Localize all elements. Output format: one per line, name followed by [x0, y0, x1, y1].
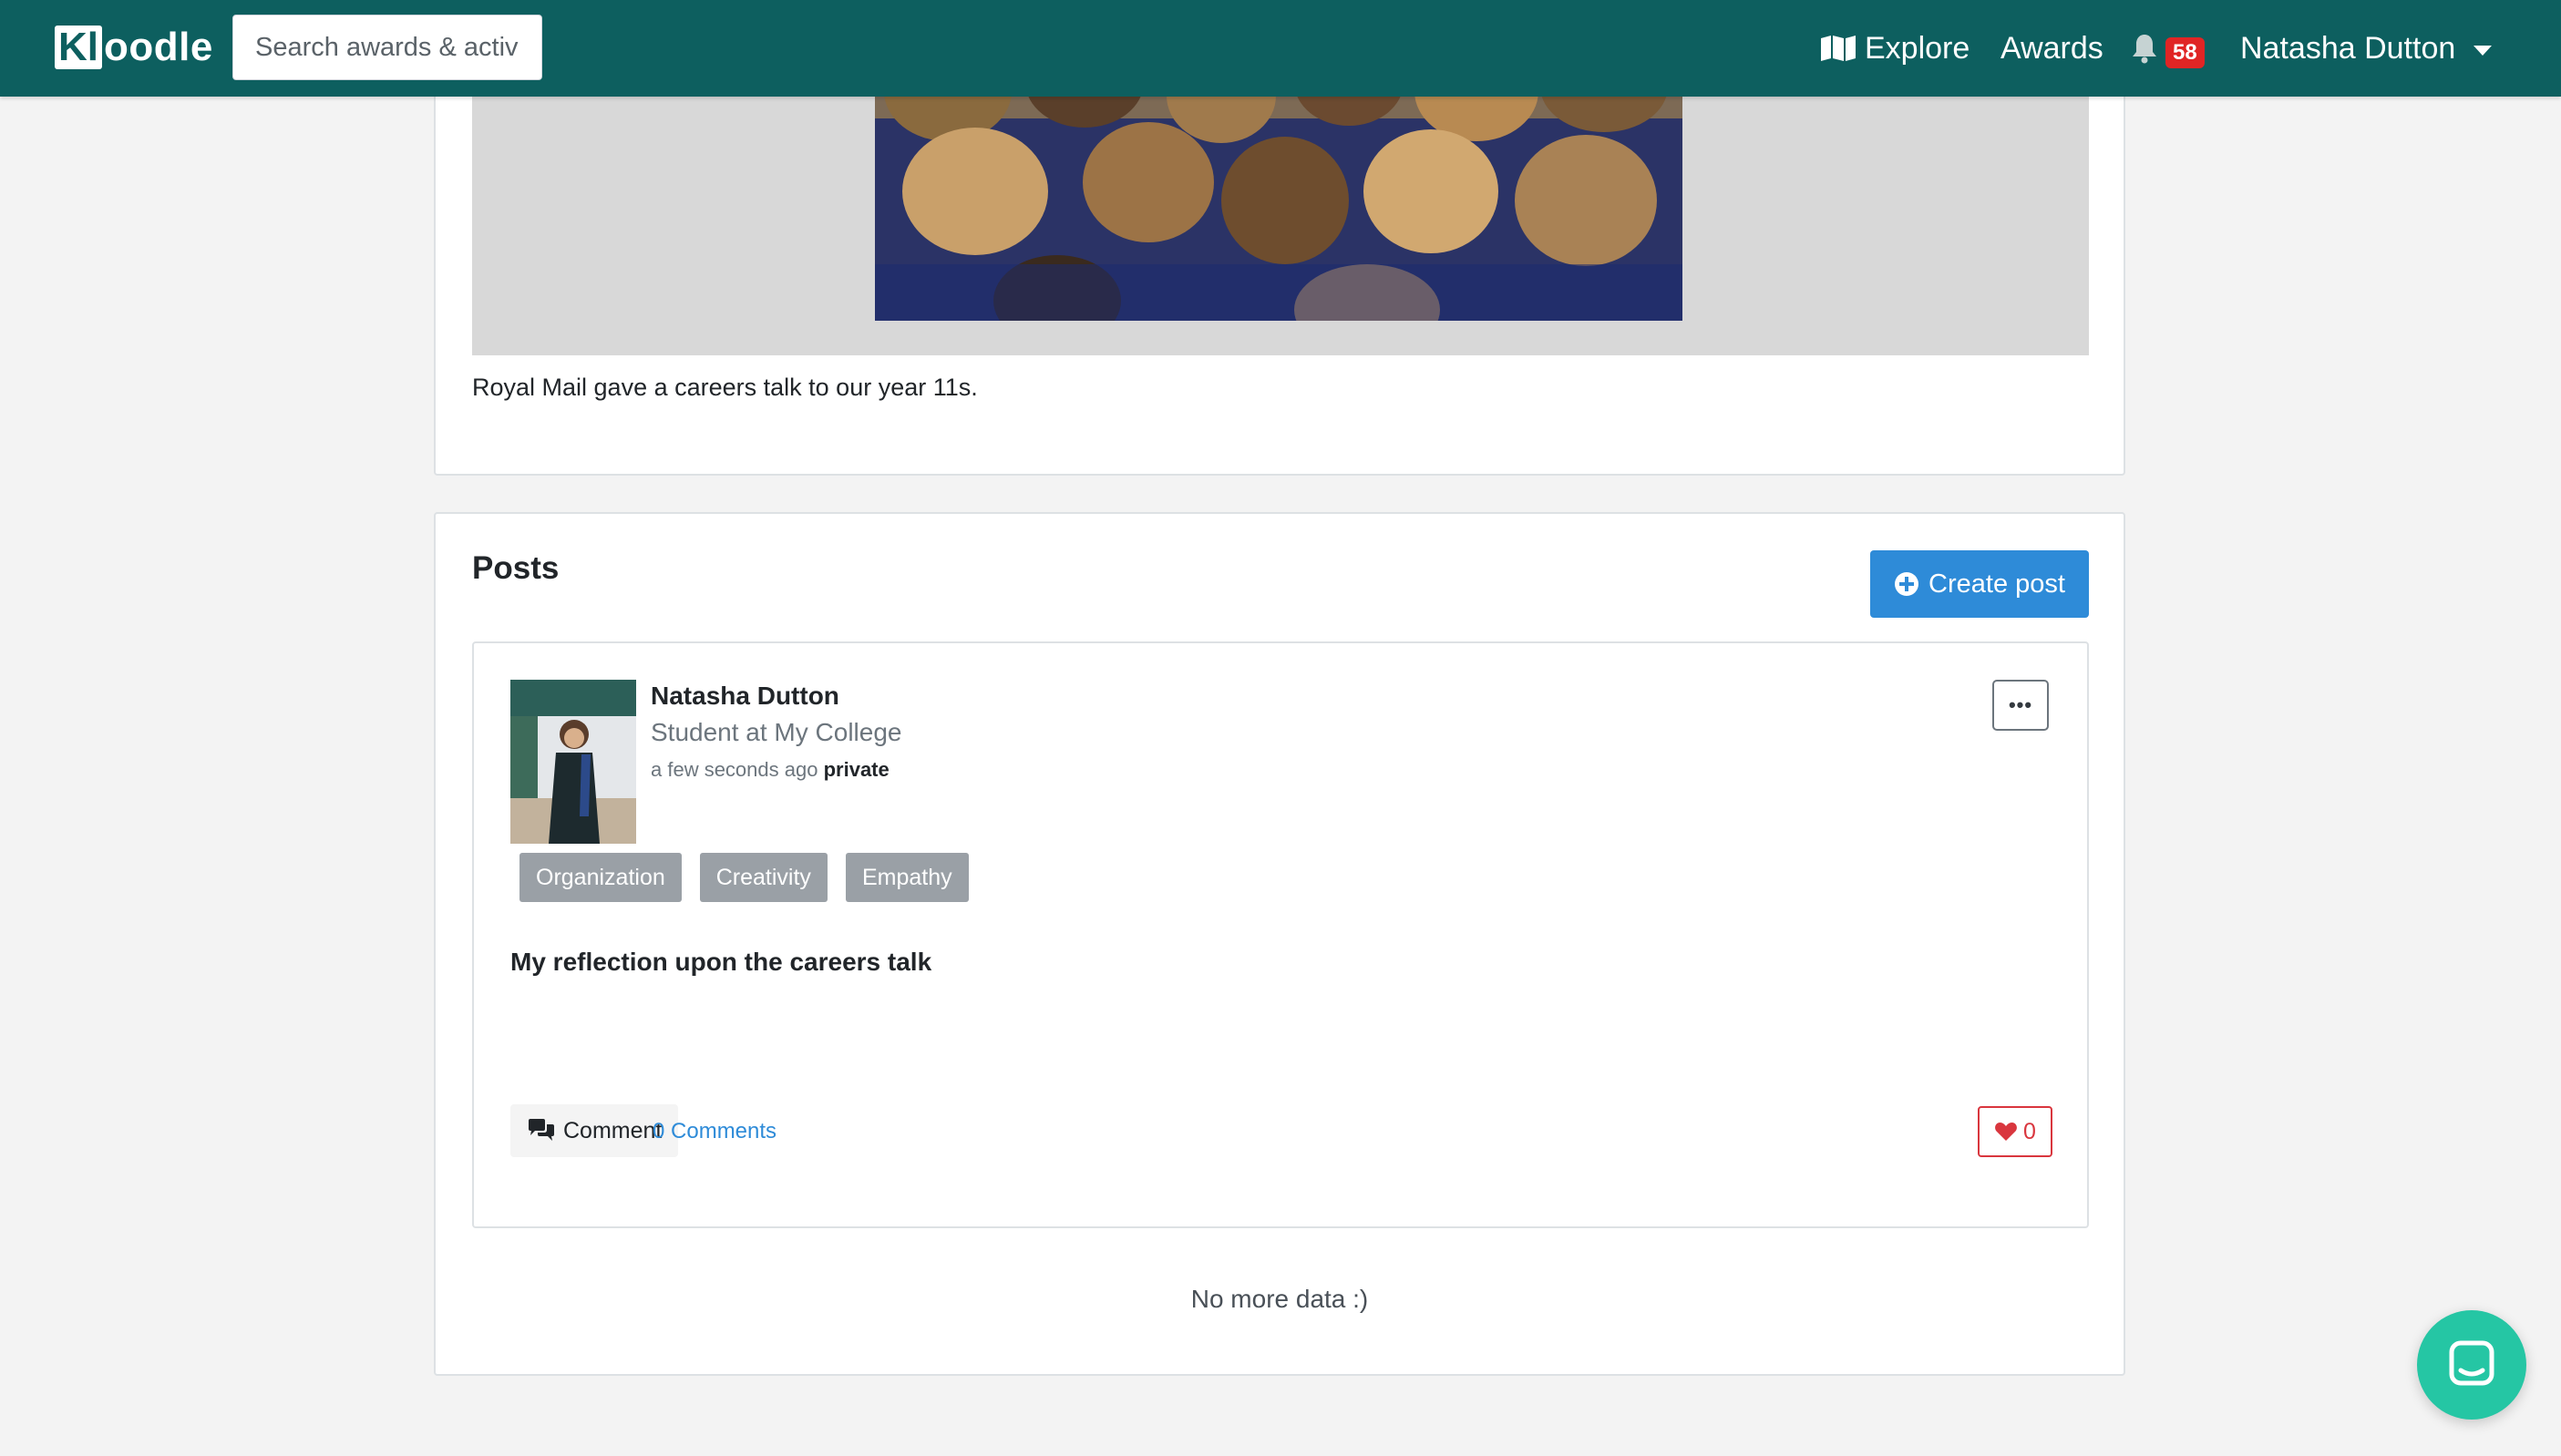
notifications-button[interactable]: 58 — [2131, 0, 2205, 97]
posts-section-title: Posts — [472, 550, 560, 586]
post-options-button[interactable]: ••• — [1992, 680, 2049, 731]
caret-down-icon — [2474, 45, 2493, 56]
nav-explore-link[interactable]: Explore — [1819, 0, 1970, 97]
activity-caption: Royal Mail gave a careers talk to our ye… — [472, 374, 978, 401]
kloodle-logo[interactable]: Kl oodle — [55, 22, 213, 73]
heart-icon — [1995, 1123, 2017, 1141]
activity-image-area — [472, 55, 2089, 355]
create-post-button[interactable]: Create post — [1870, 550, 2089, 618]
user-name: Natasha Dutton — [2240, 30, 2456, 66]
comments-icon — [529, 1119, 554, 1141]
post-title: My reflection upon the careers talk — [510, 948, 932, 976]
chat-launcher-button[interactable] — [2417, 1310, 2526, 1420]
nav-explore-label: Explore — [1865, 30, 1970, 66]
top-navbar: Kl oodle Explore Awards 58 Natasha Dutto… — [0, 0, 2561, 97]
create-post-label: Create post — [1928, 569, 2065, 599]
user-menu-dropdown[interactable]: Natasha Dutton — [2240, 0, 2493, 97]
chat-icon — [2449, 1340, 2494, 1386]
post-item: Natasha Dutton Student at My College a f… — [472, 641, 2089, 1228]
tag-organization[interactable]: Organization — [519, 853, 682, 902]
like-button[interactable]: 0 — [1978, 1106, 2052, 1157]
notification-count-badge: 58 — [2165, 37, 2205, 68]
more-icon: ••• — [2008, 693, 2033, 716]
comments-count-link[interactable]: 0 Comments — [653, 1119, 777, 1144]
avatar-photo — [510, 680, 636, 844]
search-input[interactable] — [232, 15, 542, 80]
logo-text: oodle — [104, 25, 213, 69]
like-count: 0 — [2023, 1118, 2036, 1144]
activity-card: Royal Mail gave a careers talk to our ye… — [434, 55, 2125, 476]
nav-awards-link[interactable]: Awards — [2000, 0, 2103, 97]
logo-mark: Kl — [55, 26, 102, 69]
comment-button-label: Comment — [563, 1117, 663, 1143]
map-icon — [1821, 36, 1856, 61]
plus-circle-icon — [1895, 572, 1919, 596]
post-author-role: Student at My College — [651, 718, 902, 746]
post-tags: Organization Creativity Empathy — [519, 853, 969, 902]
nav-awards-label: Awards — [2000, 30, 2103, 66]
post-visibility: private — [823, 758, 890, 781]
tag-empathy[interactable]: Empathy — [845, 853, 969, 902]
tag-creativity[interactable]: Creativity — [699, 853, 828, 902]
post-author-name[interactable]: Natasha Dutton — [651, 682, 839, 711]
bell-icon — [2133, 35, 2156, 64]
posts-card: Posts Create post Natasha Dutton Student… — [434, 512, 2125, 1376]
post-meta: a few seconds ago private — [651, 758, 890, 782]
post-timestamp: a few seconds ago — [651, 758, 818, 781]
avatar[interactable] — [510, 680, 636, 844]
no-more-data-message: No more data :) — [1190, 1285, 1369, 1313]
